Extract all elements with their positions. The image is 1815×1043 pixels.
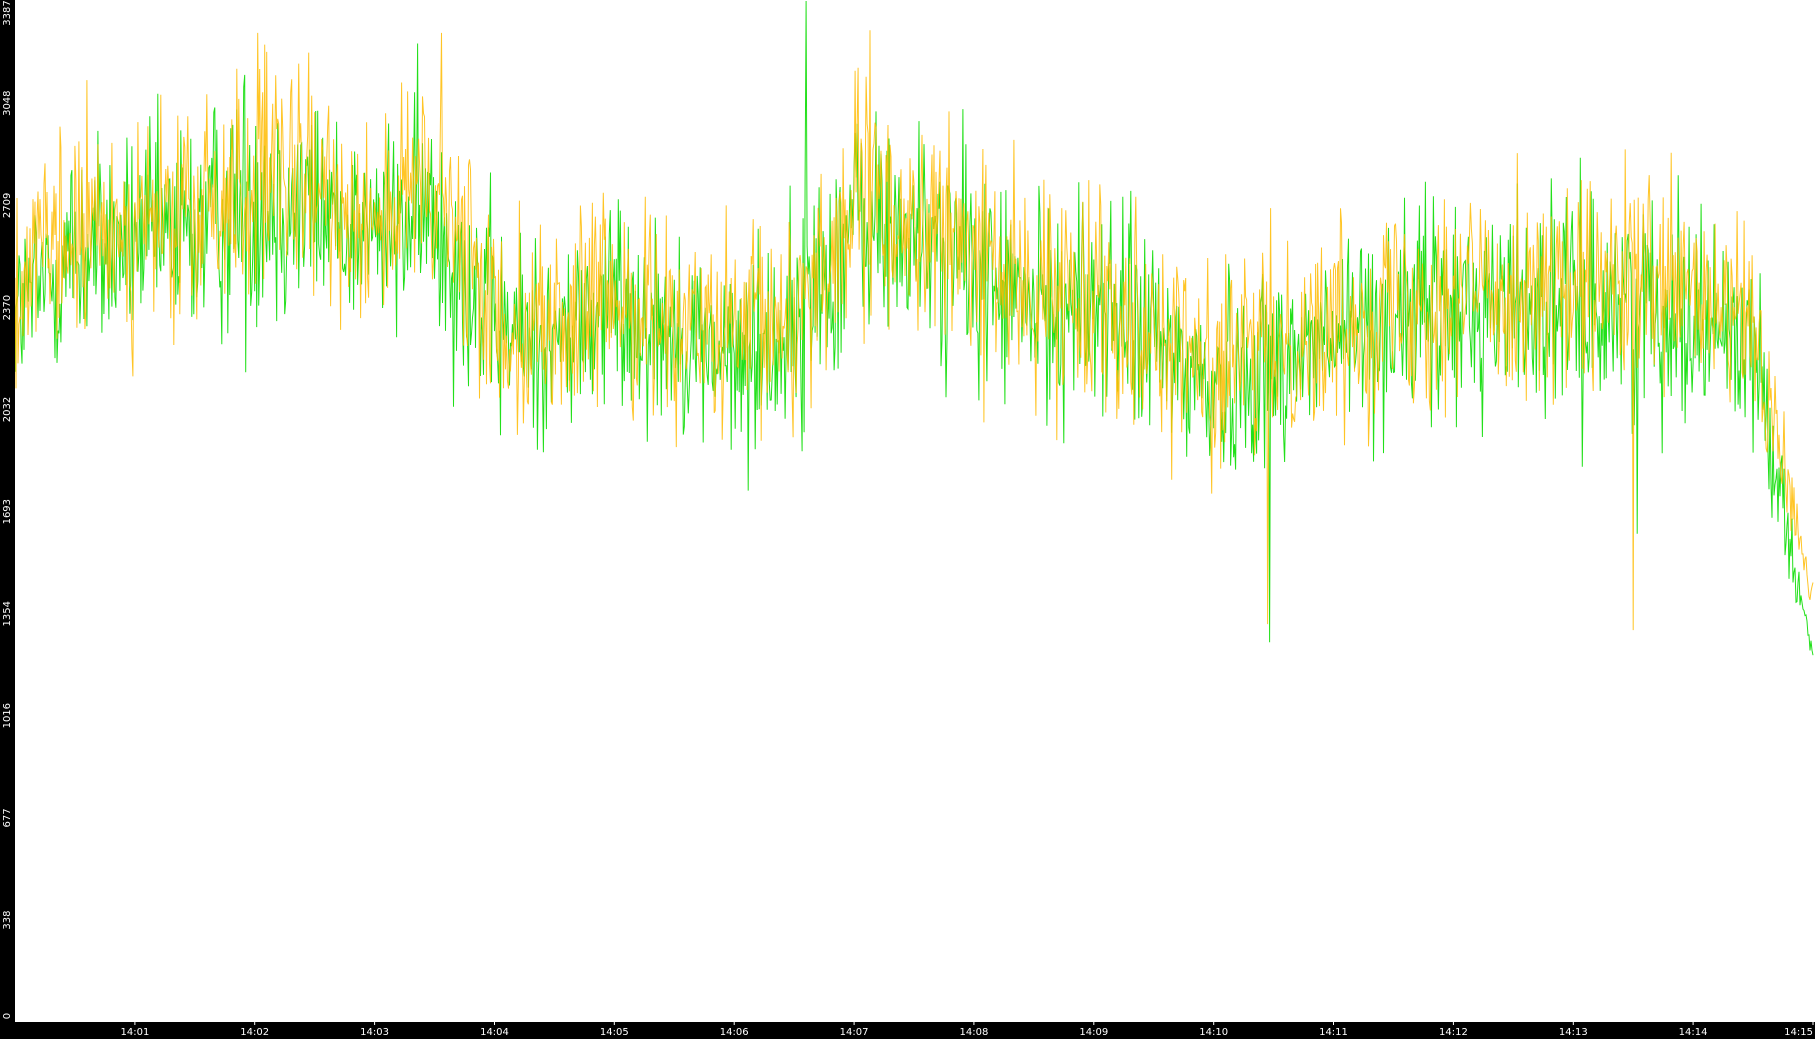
x-tick-label: 14:03 xyxy=(360,1027,389,1038)
y-tick-label: 0 xyxy=(2,1013,13,1019)
x-tick-label: 14:07 xyxy=(840,1027,869,1038)
y-tick-label: 338 xyxy=(2,911,13,930)
chart: 0 338 677 1016 1354 1693 2032 2370 2709 3048 3387 … xyxy=(0,0,1815,1039)
y-tick-label: 1016 xyxy=(2,703,13,728)
x-tick-label: 14:15 xyxy=(1784,1027,1813,1038)
y-tick-label: 1354 xyxy=(2,601,13,626)
x-tick-label: 14:01 xyxy=(120,1027,149,1038)
x-tick-label: 14:05 xyxy=(600,1027,629,1038)
x-tick-label: 14:09 xyxy=(1079,1027,1108,1038)
x-tick-label: 14:12 xyxy=(1439,1027,1468,1038)
y-tick-label: 1693 xyxy=(2,499,13,524)
y-tick-label: 677 xyxy=(2,808,13,827)
y-tick-label: 3048 xyxy=(2,90,13,115)
line-chart: 033867710161354169320322370270930483387 … xyxy=(0,0,1815,1039)
x-tick-label: 14:04 xyxy=(480,1027,509,1038)
y-tick-label: 2032 xyxy=(2,397,13,422)
x-tick-label: 14:13 xyxy=(1559,1027,1588,1038)
x-tick-label: 14:02 xyxy=(240,1027,269,1038)
y-tick-label: 2370 xyxy=(2,295,13,320)
x-tick-label: 14:14 xyxy=(1679,1027,1708,1038)
x-tick-label: 14:06 xyxy=(720,1027,749,1038)
x-tick-label: 14:10 xyxy=(1199,1027,1228,1038)
x-tick-label: 14:11 xyxy=(1319,1027,1348,1038)
x-axis-band xyxy=(0,1022,1815,1039)
y-tick-label: 3387 xyxy=(2,0,13,25)
x-tick-label: 14:08 xyxy=(959,1027,988,1038)
chart-background xyxy=(0,0,1815,1039)
y-tick-label: 2709 xyxy=(2,193,13,218)
